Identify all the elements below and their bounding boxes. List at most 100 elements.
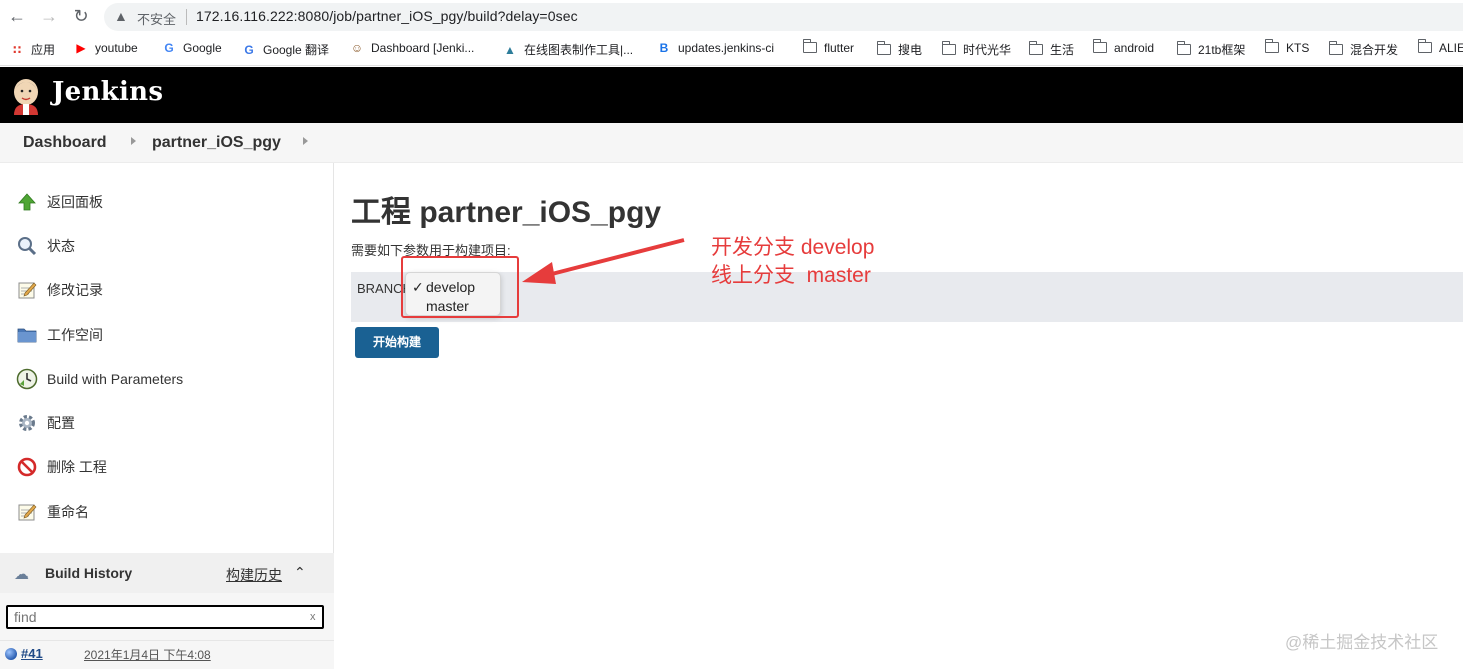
bookmarks-bar: ∷ 应用 ▶ youtube G Google G Google 翻译 ☺ Dashboard [… bbox=[0, 34, 1463, 66]
task-label: 工作空间 bbox=[47, 327, 103, 343]
bookmark-item[interactable]: ALIE bbox=[1417, 39, 1463, 55]
url-text[interactable]: 172.16.116.222:8080/job/partner_iOS_pgy/… bbox=[196, 8, 578, 24]
build-history-filter: x bbox=[0, 593, 334, 640]
task-label: 修改记录 bbox=[47, 282, 103, 298]
bookmark-item[interactable]: 时代光华 bbox=[941, 40, 1012, 58]
bookmark-label: Dashboard [Jenki... bbox=[371, 41, 475, 55]
bookmark-label: youtube bbox=[95, 41, 138, 55]
task-workspace[interactable]: 工作空间 bbox=[16, 322, 103, 348]
folder-icon bbox=[1264, 39, 1279, 54]
bookmark-item[interactable]: ▲ 在线图表制作工具|... bbox=[503, 41, 633, 58]
bracket-b-icon: B bbox=[659, 41, 669, 55]
find-input[interactable] bbox=[6, 605, 324, 629]
warning-icon: ▲ bbox=[114, 8, 128, 24]
bookmark-item[interactable]: G Google bbox=[162, 41, 222, 55]
browser-toolbar: ← → ↻ ▲ 不安全 172.16.116.222:8080/job/part… bbox=[0, 0, 1463, 34]
notepad-icon bbox=[16, 501, 38, 523]
folder-icon bbox=[1028, 40, 1043, 56]
annotation-text: 开发分支 develop 线上分支 master bbox=[711, 234, 874, 290]
folder-icon bbox=[876, 40, 891, 56]
youtube-icon: ▶ bbox=[76, 41, 86, 55]
build-history-trend-link[interactable]: 构建历史 bbox=[226, 565, 282, 585]
notepad-icon bbox=[16, 279, 38, 301]
start-build-button[interactable]: 开始构建 bbox=[355, 327, 439, 358]
bookmark-item[interactable]: flutter bbox=[802, 39, 855, 55]
annotation-line-develop: 开发分支 develop bbox=[711, 236, 875, 259]
reload-icon[interactable]: ↻ bbox=[70, 5, 92, 27]
task-changes[interactable]: 修改记录 bbox=[16, 277, 103, 303]
bookmark-label: 生活 bbox=[1050, 43, 1075, 57]
bookmark-item[interactable]: ☺ Dashboard [Jenki... bbox=[350, 41, 475, 55]
task-status[interactable]: 状态 bbox=[16, 233, 75, 259]
jenkins-title[interactable]: Jenkins bbox=[52, 77, 163, 107]
watermark: @稀土掘金技术社区 bbox=[1285, 633, 1439, 652]
jenkins-logo-icon[interactable] bbox=[10, 77, 42, 115]
breadcrumb-chevron-icon[interactable] bbox=[131, 137, 136, 145]
task-rename[interactable]: 重命名 bbox=[16, 499, 89, 525]
folder-icon bbox=[802, 39, 817, 54]
task-label: 重命名 bbox=[47, 504, 89, 520]
build-status-ball-icon bbox=[5, 648, 17, 660]
collapse-chevron-icon[interactable]: ⌃ bbox=[294, 564, 306, 581]
forward-icon[interactable]: → bbox=[38, 5, 60, 27]
annotation-highlight-box bbox=[401, 256, 519, 318]
bookmark-item[interactable]: Bupdates.jenkins-ci bbox=[657, 41, 774, 55]
bookmark-item[interactable]: ∷ 应用 bbox=[10, 41, 55, 58]
folder-icon bbox=[1092, 39, 1107, 54]
build-number-link[interactable]: #41 bbox=[21, 646, 43, 661]
bookmark-item[interactable]: android bbox=[1092, 39, 1154, 55]
bookmark-item[interactable]: 混合开发 bbox=[1328, 40, 1399, 58]
address-bar[interactable]: ▲ 不安全 172.16.116.222:8080/job/partner_iO… bbox=[104, 3, 1463, 31]
clear-icon[interactable]: x bbox=[310, 611, 316, 623]
bookmark-label: 混合开发 bbox=[1350, 43, 1399, 57]
bookmark-label: ALIE bbox=[1439, 41, 1463, 55]
task-back-to-dashboard[interactable]: 返回面板 bbox=[16, 189, 103, 215]
bookmark-item[interactable]: 21tb框架 bbox=[1176, 40, 1246, 58]
back-icon[interactable]: ← bbox=[6, 5, 28, 27]
gear-icon bbox=[16, 412, 38, 434]
bookmark-label: Google bbox=[183, 41, 222, 55]
folder-icon bbox=[1417, 39, 1432, 54]
bookmark-label: 应用 bbox=[31, 43, 56, 57]
task-build-with-parameters[interactable]: Build with Parameters bbox=[16, 366, 183, 392]
chart-tool-icon: ▲ bbox=[504, 42, 516, 57]
task-label: 删除 工程 bbox=[47, 459, 107, 475]
jenkins-header: Jenkins bbox=[0, 67, 1463, 123]
page-title: 工程 partner_iOS_pgy bbox=[351, 196, 662, 229]
magnifier-icon bbox=[16, 235, 38, 257]
bookmark-label: 在线图表制作工具|... bbox=[524, 43, 634, 57]
bookmark-label: 搜电 bbox=[898, 43, 923, 57]
clock-icon bbox=[16, 368, 38, 390]
no-entry-icon bbox=[16, 456, 38, 478]
build-history-title: Build History bbox=[45, 565, 133, 581]
bookmark-item[interactable]: 生活 bbox=[1028, 40, 1075, 58]
apps-grid-icon: ∷ bbox=[12, 42, 22, 57]
up-arrow-icon bbox=[16, 191, 38, 213]
bookmark-item[interactable]: ▶ youtube bbox=[74, 41, 138, 55]
cloud-icon: ☁ bbox=[14, 566, 29, 583]
annotation-line-master: 线上分支 master bbox=[711, 264, 871, 287]
insecure-label: 不安全 bbox=[137, 12, 177, 27]
task-label: Build with Parameters bbox=[47, 371, 184, 387]
build-history-header: ☁ Build History 构建历史 ⌃ bbox=[0, 553, 334, 593]
bookmark-label: flutter bbox=[824, 41, 855, 55]
build-date-link[interactable]: 2021年1月4日 下午4:08 bbox=[84, 646, 211, 663]
bookmark-item[interactable]: G Google 翻译 bbox=[242, 41, 329, 58]
task-delete-project[interactable]: 删除 工程 bbox=[16, 454, 107, 480]
google-translate-icon: G bbox=[244, 42, 254, 57]
google-icon: G bbox=[164, 41, 174, 55]
bookmark-label: KTS bbox=[1286, 41, 1310, 55]
folder-icon bbox=[1328, 40, 1343, 56]
task-configure[interactable]: 配置 bbox=[16, 410, 75, 436]
bookmark-item[interactable]: KTS bbox=[1264, 39, 1310, 55]
bookmark-item[interactable]: 搜电 bbox=[876, 40, 923, 58]
bookmark-label: 21tb框架 bbox=[1198, 43, 1246, 57]
task-label: 配置 bbox=[47, 415, 75, 431]
bookmark-label: 时代光华 bbox=[963, 43, 1012, 57]
build-row: #41 2021年1月4日 下午4:08 bbox=[0, 640, 334, 669]
bookmark-label: updates.jenkins-ci bbox=[678, 41, 775, 55]
breadcrumb-job[interactable]: partner_iOS_pgy bbox=[152, 134, 281, 152]
breadcrumb: Dashboard partner_iOS_pgy bbox=[0, 123, 1463, 163]
breadcrumb-dashboard[interactable]: Dashboard bbox=[23, 134, 107, 152]
breadcrumb-chevron-icon[interactable] bbox=[303, 137, 308, 145]
